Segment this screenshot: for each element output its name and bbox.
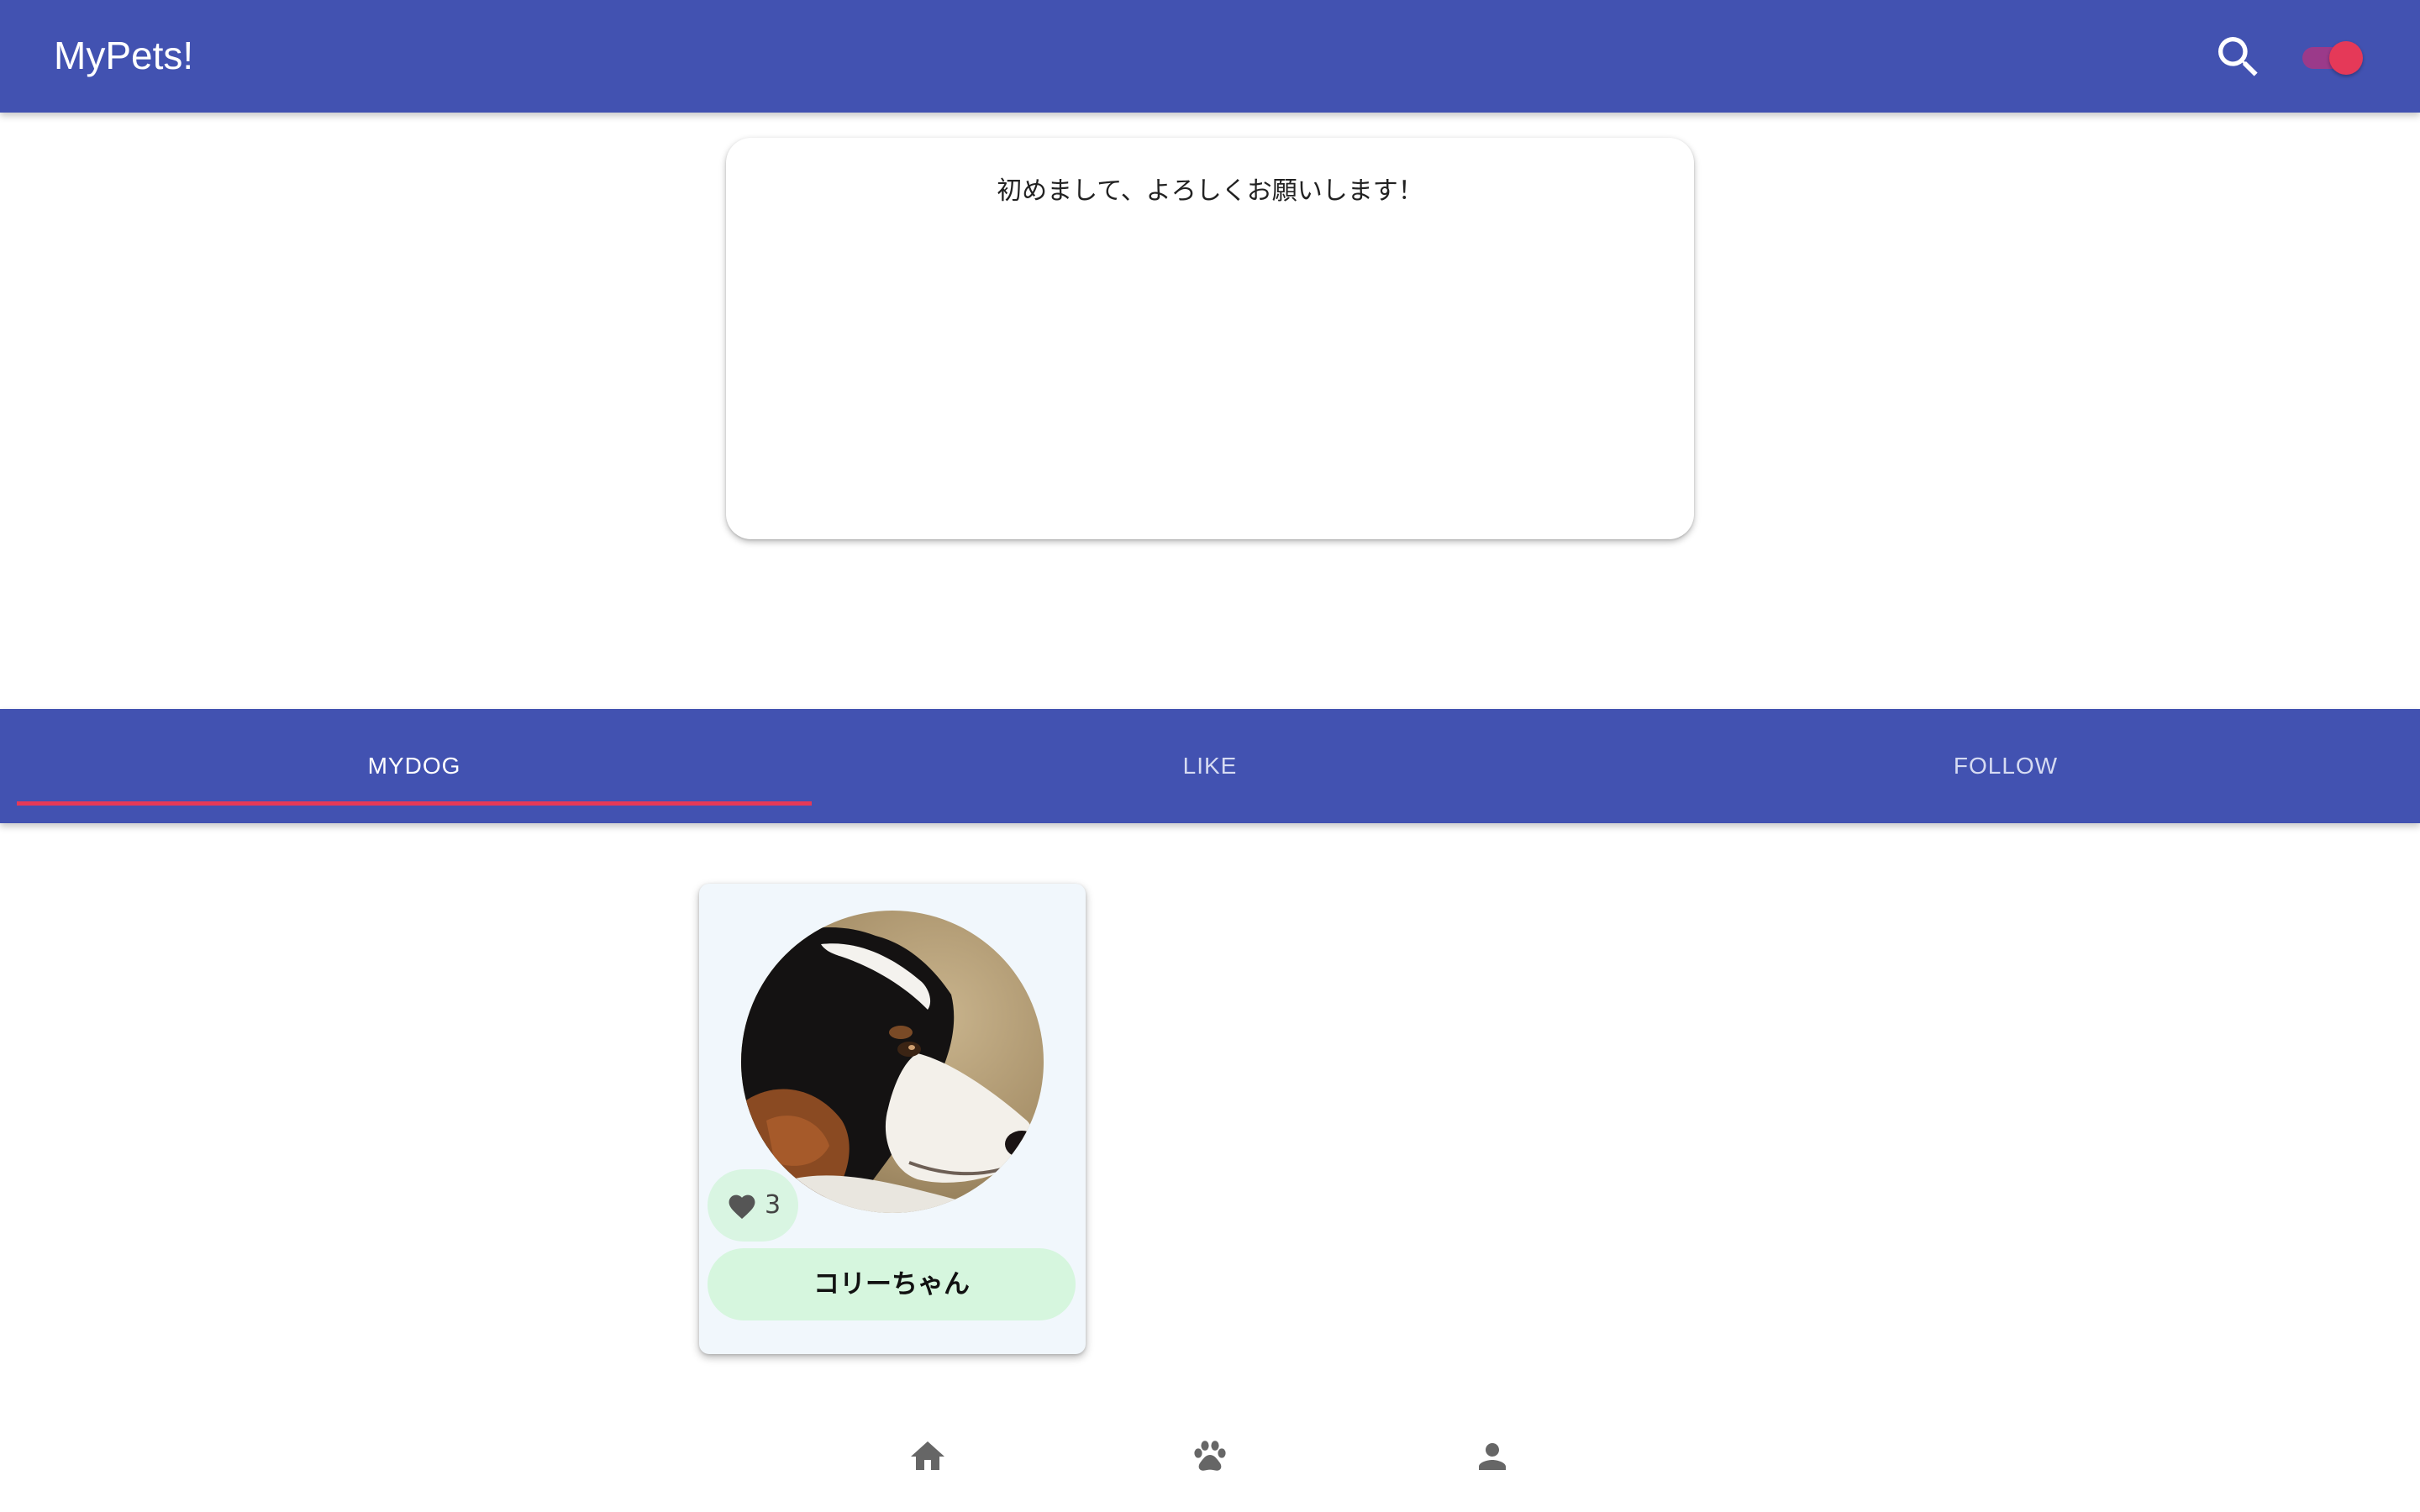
heart-icon bbox=[729, 1194, 755, 1219]
tab-like-label: LIKE bbox=[1182, 753, 1238, 779]
pet-card[interactable]: 3 コリーちゃん bbox=[699, 884, 1086, 1354]
home-icon bbox=[911, 1441, 944, 1470]
tab-like[interactable]: LIKE bbox=[813, 709, 1607, 823]
pet-name: コリーちゃん bbox=[813, 1269, 970, 1299]
bottom-nav-profile[interactable] bbox=[1472, 1436, 1512, 1477]
paw-icon bbox=[1194, 1441, 1226, 1471]
app-root: MyPets! 初めまして、よろしくお願いします！ MYDOG LIKE FOL… bbox=[0, 0, 2420, 1512]
person-icon bbox=[1479, 1443, 1506, 1470]
tab-follow-label: FOLLOW bbox=[1953, 753, 2059, 779]
tab-mydog-label: MYDOG bbox=[367, 753, 461, 779]
greeting-card: 初めまして、よろしくお願いします！ bbox=[726, 138, 1694, 539]
tab-follow[interactable]: FOLLOW bbox=[1608, 709, 2403, 823]
tab-selected-indicator bbox=[17, 801, 812, 806]
like-button[interactable]: 3 bbox=[708, 1169, 798, 1242]
pet-name-chip: コリーちゃん bbox=[708, 1248, 1076, 1320]
app-bar: MyPets! bbox=[0, 0, 2420, 113]
toggle-thumb bbox=[2329, 41, 2363, 75]
tab-bar: MYDOG LIKE FOLLOW bbox=[0, 709, 2420, 823]
tab-mydog[interactable]: MYDOG bbox=[17, 709, 812, 823]
greeting-message: 初めまして、よろしくお願いします！ bbox=[997, 176, 1423, 206]
like-count: 3 bbox=[765, 1190, 781, 1220]
app-title: MyPets! bbox=[54, 34, 194, 77]
theme-toggle-switch[interactable] bbox=[2299, 39, 2366, 76]
pet-photo bbox=[741, 911, 1044, 1213]
search-button[interactable] bbox=[2212, 30, 2265, 84]
dog-photo-image bbox=[741, 911, 1044, 1213]
search-icon bbox=[2218, 37, 2258, 76]
bottom-nav-home[interactable] bbox=[908, 1436, 948, 1477]
bottom-nav-pets[interactable] bbox=[1190, 1436, 1230, 1477]
